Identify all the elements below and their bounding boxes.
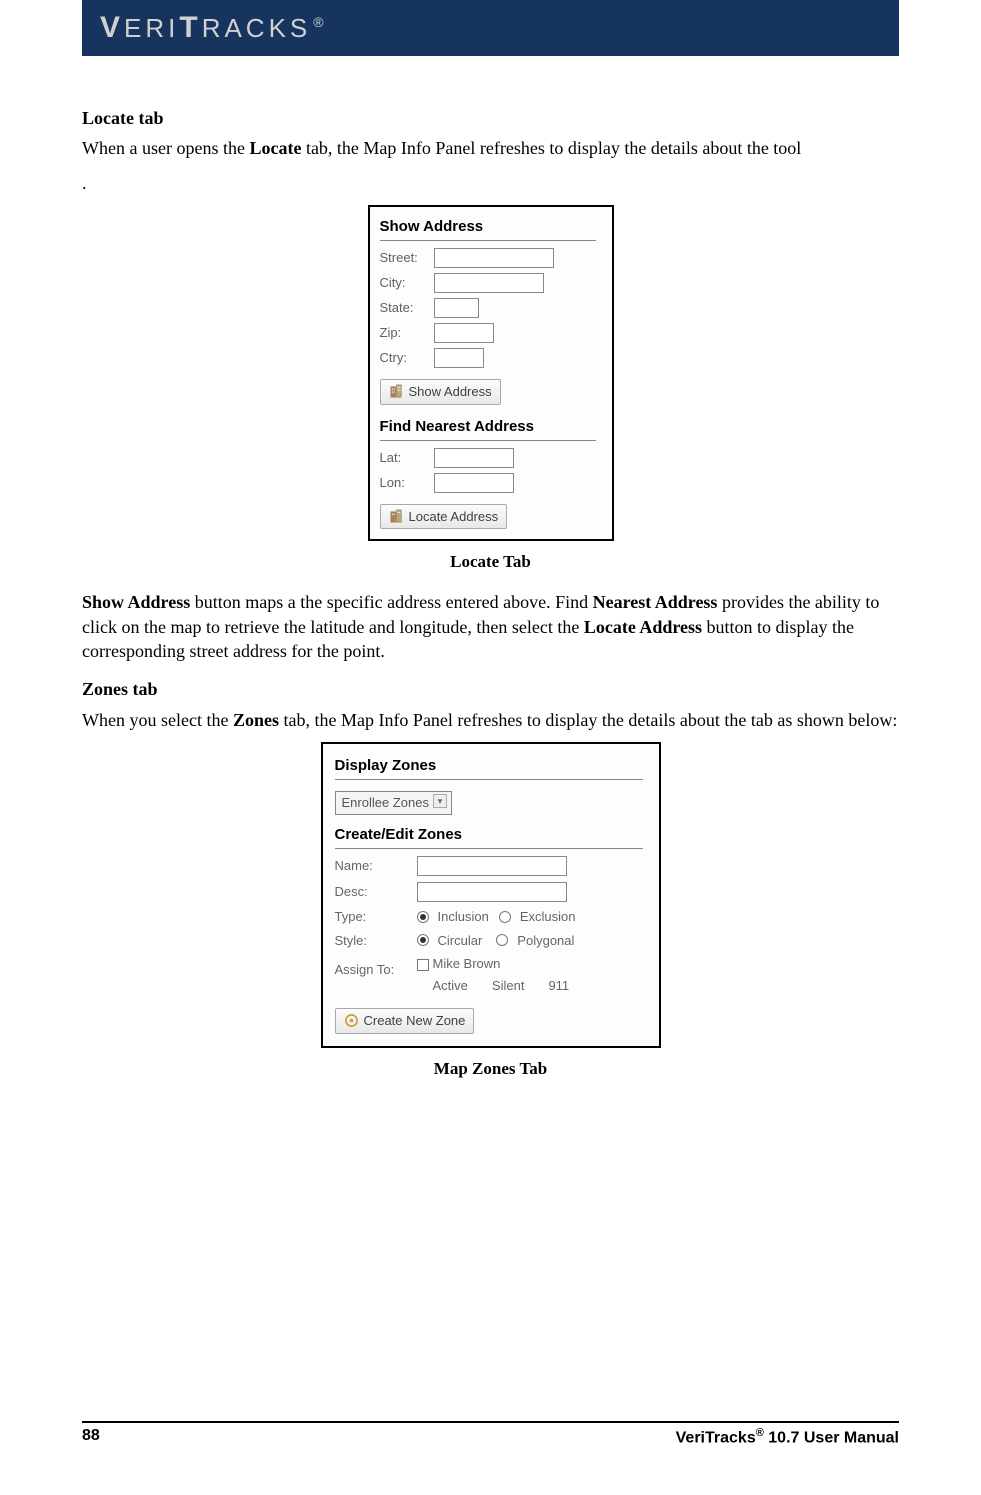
col-silent: Silent	[492, 977, 525, 995]
show-address-button-label: Show Address	[409, 383, 492, 401]
exclusion-label: Exclusion	[520, 908, 576, 926]
create-zone-button[interactable]: Create New Zone	[335, 1008, 475, 1034]
display-zones-title: Display Zones	[335, 756, 643, 780]
assign-checkbox[interactable]	[417, 959, 429, 971]
zones-paragraph: When you select the Zones tab, the Map I…	[82, 708, 899, 732]
circular-label: Circular	[438, 932, 483, 950]
show-address-button[interactable]: Show Address	[380, 379, 501, 405]
locate-caption: Locate Tab	[82, 551, 899, 574]
zones-select-value: Enrollee Zones	[342, 794, 429, 812]
lat-label: Lat:	[380, 449, 434, 467]
radio-circular[interactable]	[417, 934, 429, 946]
col-active: Active	[433, 977, 468, 995]
dot-line: .	[82, 171, 899, 195]
ctry-input[interactable]	[434, 348, 484, 368]
zone-desc-input[interactable]	[417, 882, 567, 902]
zones-caption: Map Zones Tab	[82, 1058, 899, 1081]
brand-header: VERITRACKS®	[82, 0, 899, 56]
city-label: City:	[380, 274, 434, 292]
zone-type-label: Type:	[335, 908, 417, 926]
lon-input[interactable]	[434, 473, 514, 493]
polygonal-label: Polygonal	[517, 932, 574, 950]
show-address-paragraph: Show Address button maps a the specific …	[82, 590, 899, 663]
find-nearest-title: Find Nearest Address	[380, 417, 596, 441]
locate-paragraph: When a user opens the Locate tab, the Ma…	[82, 136, 899, 160]
zone-style-label: Style:	[335, 932, 417, 950]
col-911: 911	[548, 977, 569, 995]
chevron-down-icon: ▾	[433, 794, 447, 808]
locate-heading: Locate tab	[82, 106, 899, 130]
zones-heading: Zones tab	[82, 677, 899, 701]
zone-desc-label: Desc:	[335, 883, 417, 901]
zone-icon	[344, 1013, 359, 1028]
locate-address-button-label: Locate Address	[409, 508, 499, 526]
radio-polygonal[interactable]	[496, 934, 508, 946]
state-label: State:	[380, 299, 434, 317]
page-footer: 88 VeriTracks® 10.7 User Manual	[82, 1421, 899, 1447]
street-label: Street:	[380, 249, 434, 267]
create-zone-button-label: Create New Zone	[364, 1012, 466, 1030]
lat-input[interactable]	[434, 448, 514, 468]
zones-select[interactable]: Enrollee Zones ▾	[335, 791, 452, 815]
create-edit-title: Create/Edit Zones	[335, 825, 643, 849]
zip-label: Zip:	[380, 324, 434, 342]
page-number: 88	[82, 1427, 100, 1447]
zone-name-label: Name:	[335, 857, 417, 875]
lon-label: Lon:	[380, 474, 434, 492]
footer-product: VeriTracks® 10.7 User Manual	[676, 1427, 899, 1447]
building-icon	[389, 384, 404, 399]
zones-panel: Display Zones Enrollee Zones ▾ Create/Ed…	[321, 742, 661, 1048]
city-input[interactable]	[434, 273, 544, 293]
locate-panel: Show Address Street: City: State: Zip: C…	[368, 205, 614, 542]
zone-name-input[interactable]	[417, 856, 567, 876]
show-address-title: Show Address	[380, 217, 596, 241]
locate-address-button[interactable]: Locate Address	[380, 504, 508, 530]
building-icon	[389, 509, 404, 524]
state-input[interactable]	[434, 298, 479, 318]
zip-input[interactable]	[434, 323, 494, 343]
radio-inclusion[interactable]	[417, 911, 429, 923]
assign-name: Mike Brown	[433, 956, 501, 971]
assign-to-label: Assign To:	[335, 955, 417, 979]
radio-exclusion[interactable]	[499, 911, 511, 923]
brand-logo: VERITRACKS®	[100, 11, 328, 45]
inclusion-label: Inclusion	[438, 908, 489, 926]
street-input[interactable]	[434, 248, 554, 268]
ctry-label: Ctry:	[380, 349, 434, 367]
